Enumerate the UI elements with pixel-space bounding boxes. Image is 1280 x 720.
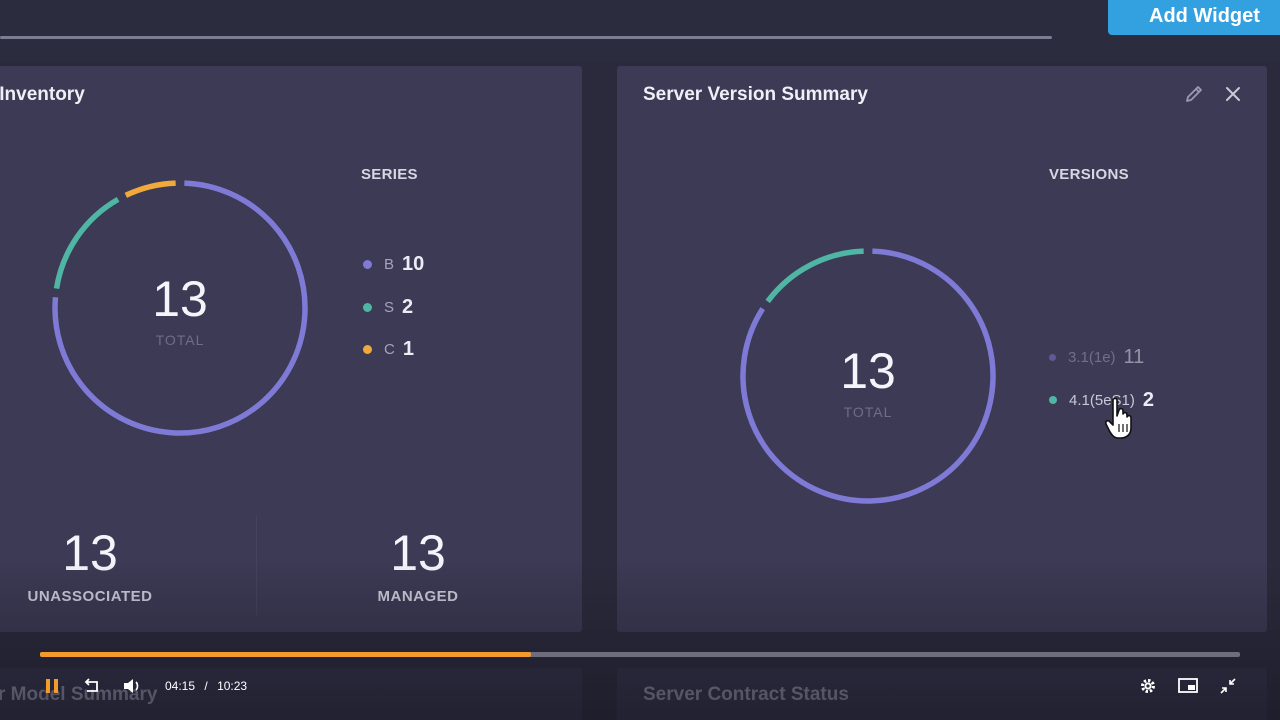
donut-center: 13 TOTAL [768,346,968,420]
legend-count: 1 [402,337,414,360]
toolbar-underline [0,36,1052,39]
exit-fullscreen-icon [1220,678,1236,694]
legend-dot [1049,396,1057,404]
donut-segment-c[interactable] [124,180,176,198]
replay-10-icon [84,678,98,692]
settings-button[interactable] [1136,674,1160,698]
donut-segment-4-1-5es1-[interactable] [765,248,864,304]
pencil-icon [1186,86,1202,102]
legend-count: 10 [402,252,425,275]
stat-value: 13 [62,525,118,581]
legend-header: VERSIONS [1049,166,1129,183]
stat-unassociated[interactable]: 13 UNASSOCIATED [0,528,190,605]
legend-item-c[interactable]: C 1 [363,336,414,362]
pause-button[interactable] [40,674,64,698]
video-progress-bar[interactable] [40,652,1240,657]
legend-dot [363,259,372,269]
duration: 10:23 [217,679,248,693]
pause-icon [46,679,58,693]
donut-total: 13 [152,271,208,327]
picture-in-picture-button[interactable] [1176,674,1200,698]
legend-count: 11 [1123,345,1145,368]
stat-managed[interactable]: 13 MANAGED [318,528,518,605]
server-contract-status-widget: Server Contract Status [617,668,1267,720]
add-widget-button[interactable]: Add Widget [1108,0,1280,35]
legend-label: C [384,340,395,358]
donut-total: 13 [840,343,896,399]
legend-label: 3.1(1e) [1068,348,1116,366]
close-widget-button[interactable] [1220,81,1246,107]
legend-count: 2 [1142,388,1154,411]
stats-divider [256,516,257,616]
volume-icon [124,679,139,693]
donut-total-label: TOTAL [843,404,893,420]
donut-center: 13 TOTAL [80,274,280,348]
widget-title: Server Version Summary [643,84,868,105]
video-time: 04:15 / 10:23 [165,679,247,693]
legend-label: S [384,298,395,316]
legend-dot [1049,353,1056,361]
picture-in-picture-icon [1178,678,1198,693]
gear-icon [1141,679,1155,693]
legend-item-s[interactable]: S 2 [363,294,413,320]
legend-item-version-4-1[interactable]: 4.1(5eS1) 2 [1049,387,1154,413]
widget-title: er Inventory [0,84,85,105]
legend-header: SERIES [361,166,418,183]
server-version-summary-widget: Server Version Summary 13 TOTAL VERSIONS… [617,66,1267,632]
dashboard-toolbar: Add Widget [0,0,1280,62]
legend-item-version-3-1[interactable]: 3.1(1e) 11 [1049,344,1144,370]
current-time: 04:15 [165,679,196,693]
hand-cursor-icon [1104,397,1132,439]
time-separator: / [204,679,208,693]
legend-count: 2 [402,295,414,318]
stat-value: 13 [390,525,446,581]
legend-dot [363,344,372,354]
edit-widget-button[interactable] [1181,81,1207,107]
legend-dot [363,302,372,312]
donut-total-label: TOTAL [155,332,205,348]
video-progress-fill [40,652,531,657]
replay-10-button[interactable] [80,674,104,698]
stat-label: MANAGED [377,588,459,605]
widget-title: Server Contract Status [643,684,849,705]
stat-label: UNASSOCIATED [27,588,153,605]
close-icon [1226,87,1240,101]
volume-button[interactable] [120,674,144,698]
legend-label: B [384,255,395,273]
server-inventory-widget: er Inventory 13 TOTAL SERIES B 10 S 2 C … [0,66,582,632]
exit-fullscreen-button[interactable] [1216,674,1240,698]
legend-item-b[interactable]: B 10 [363,251,424,277]
